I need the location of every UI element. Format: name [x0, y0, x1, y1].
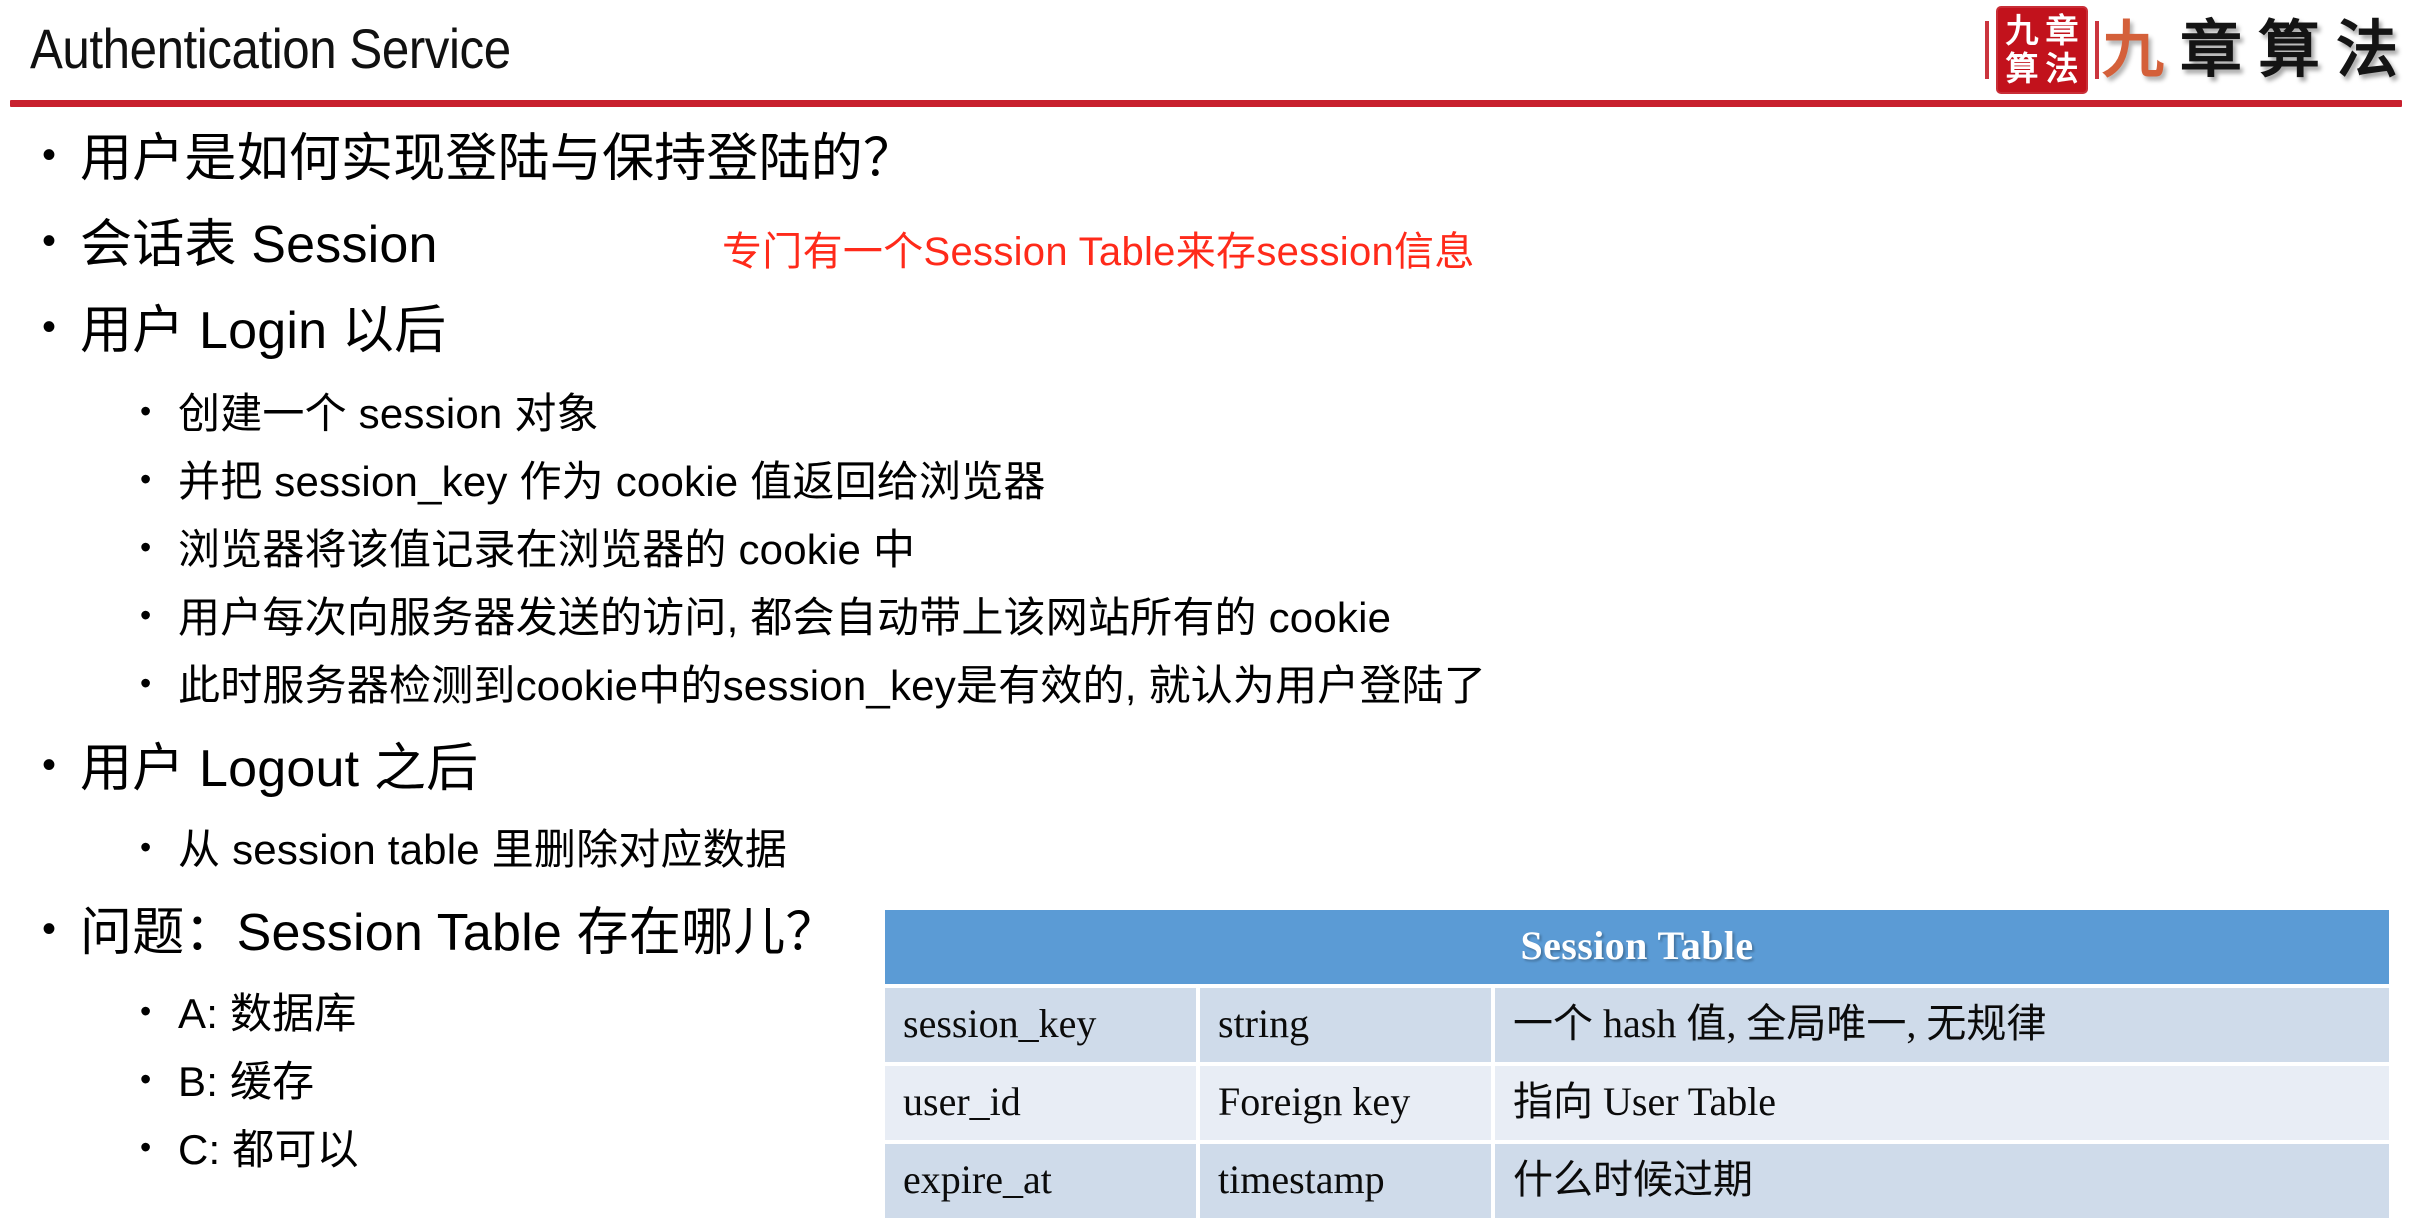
seal-char-4: 法 [2045, 49, 2079, 88]
bullet-item: 用户是如何实现登陆与保持登陆的？ [0, 124, 2410, 190]
cell-field: expire_at [885, 1144, 1200, 1222]
wordmark-char-3: 算 [2257, 13, 2320, 86]
session-table: Session Table session_key string 一个 hash… [885, 910, 2390, 1222]
seal-stamp-icon: 九 章 算 法 [1984, 6, 2099, 94]
bullet-item: 创建一个 session 对象 [0, 385, 2410, 440]
session-table-title: Session Table [885, 910, 2390, 988]
cell-field: user_id [885, 1066, 1200, 1144]
annotation-session-table: 专门有一个Session Table来存session信息 [722, 230, 1475, 274]
seal-char-3: 算 [2005, 49, 2039, 88]
brand-logo: 九 章 算 法 九 章 算 法 [1984, 4, 2398, 96]
cell-description: 什么时候过期 [1495, 1144, 2390, 1222]
seal-char-2: 章 [2045, 11, 2079, 50]
bullet-item: 从 session table 里删除对应数据 [0, 821, 2410, 876]
wordmark-char-2: 章 [2179, 13, 2242, 86]
logo-wordmark: 九 章 算 法 [2102, 15, 2398, 85]
seal-char-1: 九 [2005, 11, 2039, 50]
bullet-item: 并把 session_key 作为 cookie 值返回给浏览器 [0, 453, 2410, 508]
bullet-item: 用户每次向服务器发送的访问, 都会自动带上该网站所有的 cookie [0, 589, 2410, 644]
table-row: expire_at timestamp 什么时候过期 [885, 1144, 2390, 1222]
seal-tick-right-icon [2094, 21, 2099, 79]
page-title: Authentication Service [30, 17, 511, 80]
cell-type: Foreign key [1200, 1066, 1495, 1144]
cell-type: timestamp [1200, 1144, 1495, 1222]
table-row: session_key string 一个 hash 值, 全局唯一, 无规律 [885, 988, 2390, 1066]
wordmark-char-1: 九 [2101, 13, 2164, 86]
seal-tick-left-icon [1984, 21, 1989, 79]
wordmark-char-4: 法 [2335, 13, 2398, 86]
table-row: user_id Foreign key 指向 User Table [885, 1066, 2390, 1144]
bullet-item: 用户 Login 以后 [0, 296, 2410, 362]
cell-field: session_key [885, 988, 1200, 1066]
bullet-item: 浏览器将该值记录在浏览器的 cookie 中 [0, 521, 2410, 576]
bullet-item: 用户 Logout 之后 [0, 734, 2410, 800]
title-underline-rule [10, 100, 2402, 107]
cell-description: 指向 User Table [1495, 1066, 2390, 1144]
bullet-item: 此时服务器检测到cookie中的session_key是有效的, 就认为用户登陆… [0, 657, 2410, 712]
cell-description: 一个 hash 值, 全局唯一, 无规律 [1495, 988, 2390, 1066]
slide-header: Authentication Service 九 章 算 法 九 章 算 法 [0, 0, 2410, 110]
table-header-row: Session Table [885, 910, 2390, 988]
cell-type: string [1200, 988, 1495, 1066]
